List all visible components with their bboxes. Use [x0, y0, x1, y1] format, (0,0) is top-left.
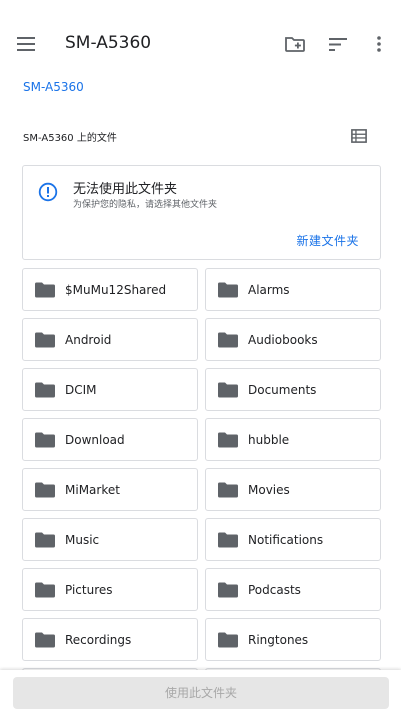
folder-icon: [35, 432, 55, 448]
sort-icon: [329, 37, 347, 51]
folder-name: Android: [65, 333, 112, 347]
new-folder-button[interactable]: [281, 30, 309, 58]
folder-name: $MuMu12Shared: [65, 283, 167, 297]
app-title: SM-A5360: [65, 33, 152, 53]
folder-icon: [218, 332, 238, 348]
notice-subtitle: 为保护您的隐私，请选择其他文件夹: [73, 200, 218, 210]
folder-icon: [35, 332, 55, 348]
folder-item[interactable]: hubble: [205, 418, 381, 461]
folder-item[interactable]: $MuMu12Shared: [22, 268, 198, 311]
folder-name: MiMarket: [65, 483, 120, 497]
folder-icon: [218, 382, 238, 398]
folder-name: Music: [65, 533, 100, 547]
folder-name: Pictures: [65, 583, 113, 597]
folder-item[interactable]: DCIM: [22, 368, 198, 411]
folder-name: Alarms: [248, 283, 290, 297]
menu-icon: [17, 37, 35, 51]
folder-item[interactable]: Audiobooks: [205, 318, 381, 361]
folder-item[interactable]: Android: [22, 318, 198, 361]
folder-icon: [218, 532, 238, 548]
folder-item[interactable]: Documents: [205, 368, 381, 411]
bottom-bar: 使用此文件夹: [0, 670, 401, 716]
folder-name: Podcasts: [248, 583, 301, 597]
use-this-folder-button[interactable]: 使用此文件夹: [13, 677, 389, 709]
folder-item[interactable]: Movies: [205, 468, 381, 511]
folder-item[interactable]: Pictures: [22, 568, 198, 611]
more-options-button[interactable]: [365, 30, 393, 58]
new-folder-icon: [285, 37, 305, 52]
more-vert-icon: [377, 36, 381, 52]
menu-button[interactable]: [12, 30, 40, 58]
folder-icon: [218, 432, 238, 448]
new-folder-link[interactable]: 新建文件夹: [296, 232, 359, 249]
folder-icon: [218, 632, 238, 648]
folder-name: Download: [65, 433, 125, 447]
folder-name: Movies: [248, 483, 290, 497]
folder-item[interactable]: MiMarket: [22, 468, 198, 511]
notice-title: 无法使用此文件夹: [73, 182, 178, 197]
folder-item[interactable]: Ringtones: [205, 618, 381, 661]
folder-icon: [218, 282, 238, 298]
folder-name: Ringtones: [248, 633, 309, 647]
folder-icon: [35, 632, 55, 648]
folder-item[interactable]: Download: [22, 418, 198, 461]
folder-item[interactable]: Music: [22, 518, 198, 561]
folder-name: Recordings: [65, 633, 132, 647]
folder-name: DCIM: [65, 383, 97, 397]
folder-item[interactable]: Alarms: [205, 268, 381, 311]
section-header: SM-A5360 上的文件: [0, 122, 401, 148]
folder-icon: [35, 482, 55, 498]
folder-item[interactable]: Recordings: [22, 618, 198, 661]
folder-icon: [218, 582, 238, 598]
breadcrumb[interactable]: SM-A5360: [23, 80, 84, 94]
folder-name: hubble: [248, 433, 290, 447]
folder-name: Documents: [248, 383, 317, 397]
folder-icon: [35, 582, 55, 598]
folder-item[interactable]: Notifications: [205, 518, 381, 561]
folder-icon: [35, 382, 55, 398]
app-bar: SM-A5360: [0, 0, 401, 88]
list-view-button[interactable]: [345, 122, 373, 150]
folder-icon: [218, 482, 238, 498]
folder-name: Audiobooks: [248, 333, 318, 347]
folder-icon: [35, 282, 55, 298]
list-view-icon: [351, 129, 367, 143]
sort-button[interactable]: [324, 30, 352, 58]
folder-item[interactable]: Podcasts: [205, 568, 381, 611]
folder-name: Notifications: [248, 533, 324, 547]
notice-card: 无法使用此文件夹 为保护您的隐私，请选择其他文件夹 新建文件夹: [22, 165, 381, 260]
section-label: SM-A5360 上的文件: [23, 133, 117, 144]
folder-icon: [35, 532, 55, 548]
info-icon: [38, 182, 58, 202]
